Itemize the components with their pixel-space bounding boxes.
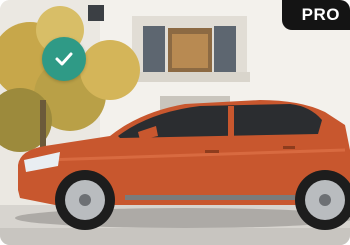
listing-card[interactable]: PRO [0, 0, 350, 245]
verified-badge [42, 37, 86, 81]
pro-badge: PRO [281, 0, 350, 30]
checkmark-icon [55, 52, 73, 66]
car-photo [0, 0, 350, 245]
pro-badge-label: PRO [301, 5, 340, 24]
